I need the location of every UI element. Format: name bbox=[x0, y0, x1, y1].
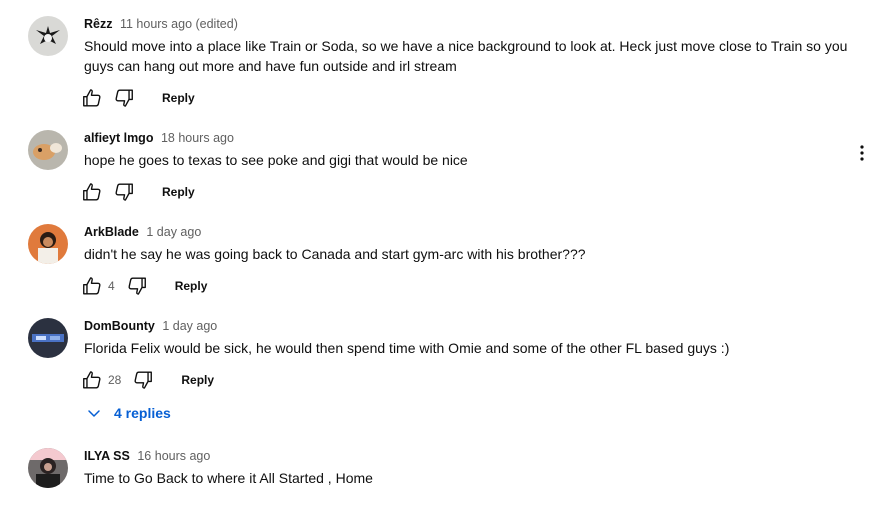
thumbs-up-icon[interactable] bbox=[80, 274, 104, 298]
thumbs-up-icon[interactable] bbox=[80, 180, 104, 204]
reply-button[interactable]: Reply bbox=[167, 275, 216, 297]
comment-header: Rêzz 11 hours ago (edited) bbox=[84, 17, 238, 31]
thumbs-up-icon[interactable] bbox=[80, 368, 104, 392]
comment-header: ArkBlade 1 day ago bbox=[84, 225, 201, 239]
comment-actions: 28 Reply bbox=[80, 368, 222, 392]
comment-text: didn't he say he was going back to Canad… bbox=[84, 246, 586, 262]
avatar[interactable] bbox=[28, 448, 68, 488]
author-name[interactable]: Rêzz bbox=[84, 17, 112, 31]
comment-header: alfieyt lmgo 18 hours ago bbox=[84, 131, 234, 145]
thumbs-down-icon[interactable] bbox=[112, 86, 136, 110]
timestamp[interactable]: 18 hours ago bbox=[161, 131, 234, 145]
chevron-down-icon bbox=[88, 410, 100, 417]
replies-label: 4 replies bbox=[114, 405, 171, 421]
author-name[interactable]: ILYA SS bbox=[84, 449, 130, 463]
comment-header: DomBounty 1 day ago bbox=[84, 319, 217, 333]
thumbs-down-icon[interactable] bbox=[131, 368, 155, 392]
thumbs-down-icon[interactable] bbox=[125, 274, 149, 298]
comment-text: Time to Go Back to where it All Started … bbox=[84, 470, 373, 486]
comment-header: ILYA SS 16 hours ago bbox=[84, 449, 210, 463]
author-name[interactable]: ArkBlade bbox=[84, 225, 139, 239]
author-name[interactable]: DomBounty bbox=[84, 319, 155, 333]
timestamp[interactable]: 1 day ago bbox=[146, 225, 201, 239]
comment-text: Should move into a place like Train or S… bbox=[84, 38, 848, 74]
comment-text: Florida Felix would be sick, he would th… bbox=[84, 340, 730, 356]
timestamp[interactable]: 16 hours ago bbox=[137, 449, 210, 463]
timestamp[interactable]: 1 day ago bbox=[162, 319, 217, 333]
like-count: 4 bbox=[108, 279, 115, 293]
comment-actions: Reply bbox=[80, 180, 203, 204]
view-replies-button[interactable]: 4 replies bbox=[86, 401, 171, 425]
comment-actions: Reply bbox=[80, 86, 203, 110]
avatar[interactable] bbox=[28, 224, 68, 264]
avatar[interactable] bbox=[28, 16, 68, 56]
timestamp[interactable]: 11 hours ago (edited) bbox=[120, 17, 238, 31]
like-count: 28 bbox=[108, 373, 122, 387]
reply-button[interactable]: Reply bbox=[173, 369, 222, 391]
thumbs-up-icon[interactable] bbox=[80, 86, 104, 110]
author-name[interactable]: alfieyt lmgo bbox=[84, 131, 153, 145]
more-vert-icon[interactable] bbox=[852, 143, 872, 163]
thumbs-down-icon[interactable] bbox=[112, 180, 136, 204]
reply-button[interactable]: Reply bbox=[154, 87, 203, 109]
avatar[interactable] bbox=[28, 318, 68, 358]
comment-text: hope he goes to texas to see poke and gi… bbox=[84, 152, 468, 168]
reply-button[interactable]: Reply bbox=[154, 181, 203, 203]
comment-actions: 4 Reply bbox=[80, 274, 215, 298]
avatar[interactable] bbox=[28, 130, 68, 170]
